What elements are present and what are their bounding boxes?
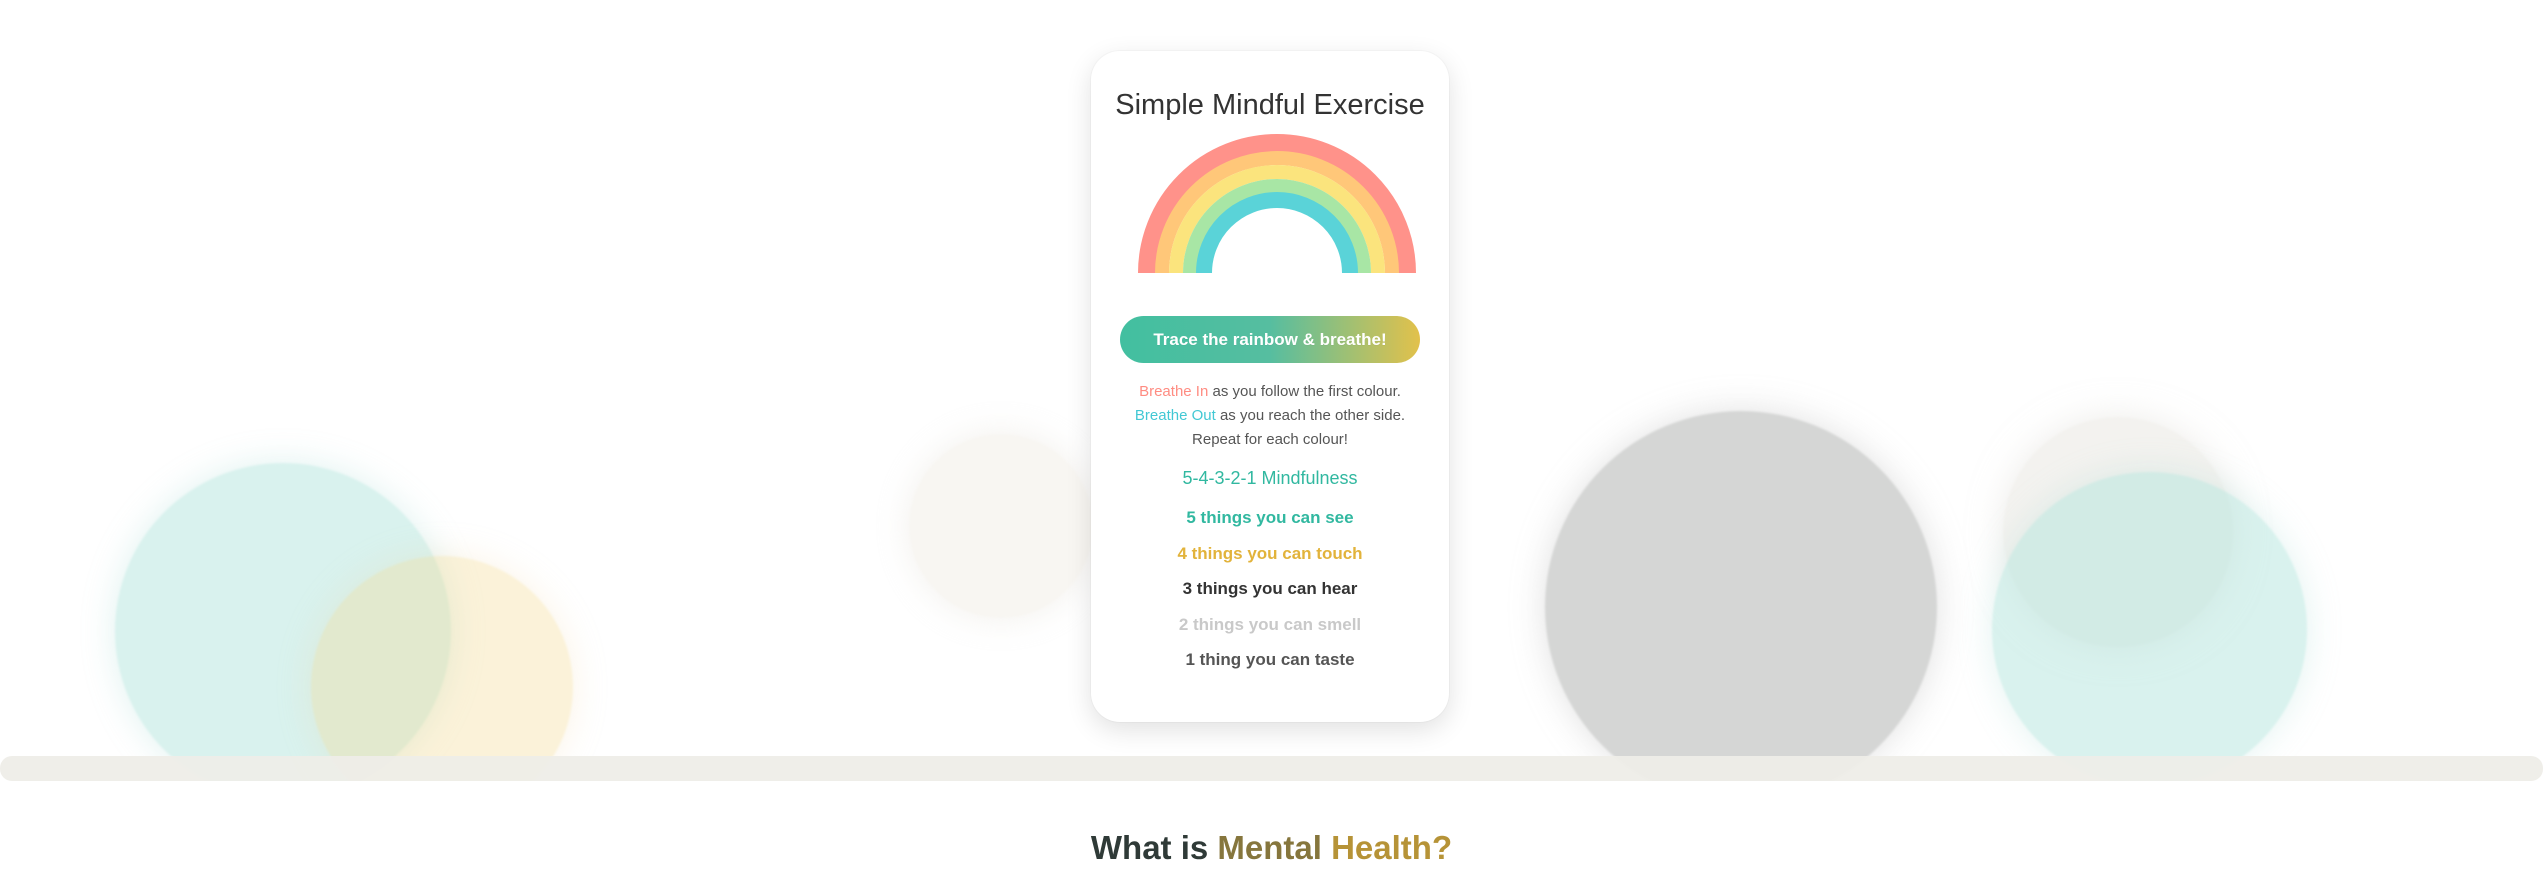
sense-taste-item: 1 thing you can taste — [1185, 650, 1355, 669]
hero-bottom-bar — [0, 756, 2543, 781]
breathe-in-label: Breathe In — [1139, 383, 1209, 400]
background-bubble-teal-right — [1992, 472, 2307, 781]
heading-mental: Mental — [1217, 829, 1322, 866]
heading-prefix: What is — [1090, 829, 1218, 866]
mindfulness-senses-list: 5 things you can see 4 things you can to… — [1091, 500, 1449, 678]
heading-space — [1322, 829, 1331, 866]
sense-hear-item: 3 things you can hear — [1182, 579, 1358, 598]
trace-rainbow-breathe-button[interactable]: Trace the rainbow & breathe! — [1120, 316, 1420, 363]
heading-health: Health? — [1331, 829, 1453, 866]
breathing-instructions: Breathe In as you follow the first colou… — [1091, 380, 1449, 452]
sense-see-item: 5 things you can see — [1186, 508, 1354, 527]
rainbow-icon — [1129, 134, 1425, 280]
hero-section: Simple Mindful Exercise Trace the rainbo… — [0, 0, 2543, 781]
mindful-exercise-card: Simple Mindful Exercise Trace the rainbo… — [1091, 51, 1449, 722]
sense-touch-item: 4 things you can touch — [1177, 543, 1363, 563]
background-bubble-gray — [1545, 411, 1937, 781]
breathe-in-line: Breathe In as you follow the first colou… — [1091, 380, 1449, 404]
background-bubble-faint-middle — [909, 434, 1093, 618]
breathe-out-text: as you reach the other side. — [1215, 407, 1406, 424]
repeat-text: Repeat for each colour! — [1192, 431, 1348, 448]
breathe-in-text: as you follow the first colour. — [1208, 383, 1401, 400]
breathe-out-label: Breathe Out — [1134, 407, 1216, 424]
what-is-mental-health-heading: What is Mental Health? — [0, 825, 2543, 870]
mindfulness-heading: 5-4-3-2-1 Mindfulness — [1182, 468, 1358, 488]
breathe-out-line: Breathe Out as you reach the other side. — [1091, 404, 1449, 428]
card-title: Simple Mindful Exercise — [1115, 89, 1425, 121]
sense-smell-item: 2 things you can smell — [1178, 614, 1362, 634]
rainbow-arc-blue-icon — [1196, 192, 1358, 274]
